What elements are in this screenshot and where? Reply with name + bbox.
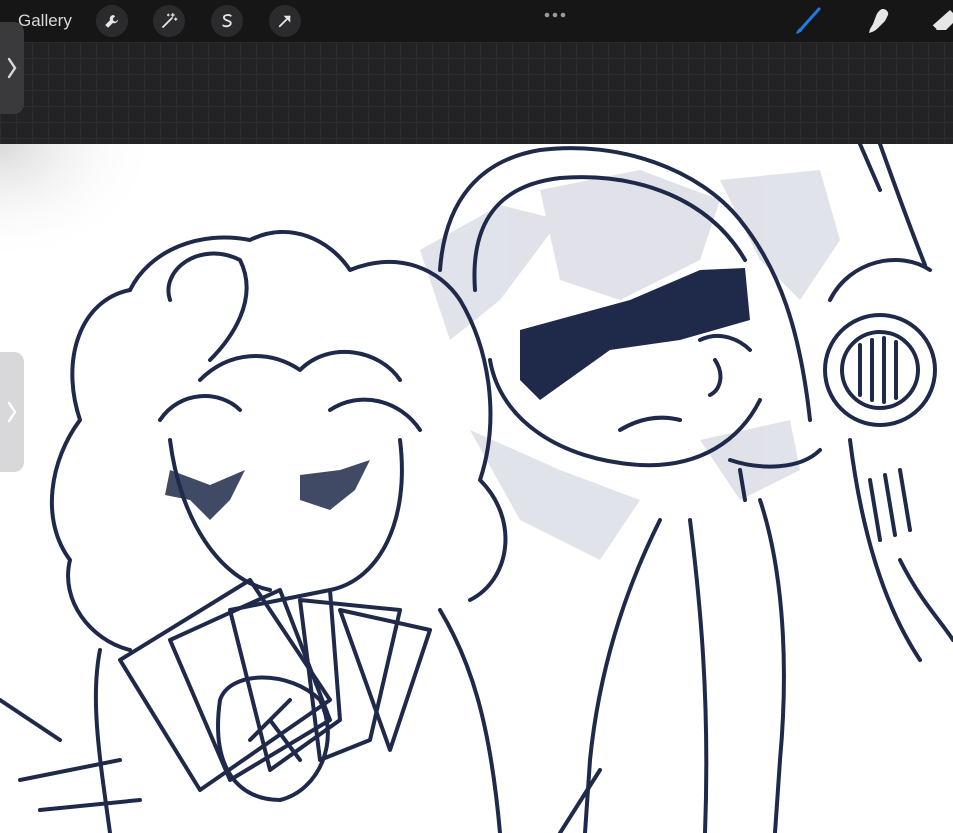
chevron-right-icon xyxy=(7,401,17,423)
workspace-background xyxy=(0,42,953,144)
sidebar-toggle-lower[interactable] xyxy=(0,352,24,472)
sketch-artwork xyxy=(0,144,953,833)
top-toolbar: Gallery xyxy=(0,0,953,42)
more-options-icon[interactable] xyxy=(543,6,567,24)
selection-icon[interactable] xyxy=(211,5,243,37)
transform-arrow-icon[interactable] xyxy=(269,5,301,37)
smudge-icon[interactable] xyxy=(861,4,895,38)
wrench-icon[interactable] xyxy=(96,5,128,37)
sidebar-toggle-upper[interactable] xyxy=(0,22,24,114)
chevron-right-icon xyxy=(7,57,17,79)
drawing-canvas[interactable] xyxy=(0,144,953,833)
brush-icon[interactable] xyxy=(790,4,824,38)
gallery-button[interactable]: Gallery xyxy=(18,11,72,31)
magic-wand-icon[interactable] xyxy=(153,5,185,37)
eraser-icon[interactable] xyxy=(926,4,953,38)
